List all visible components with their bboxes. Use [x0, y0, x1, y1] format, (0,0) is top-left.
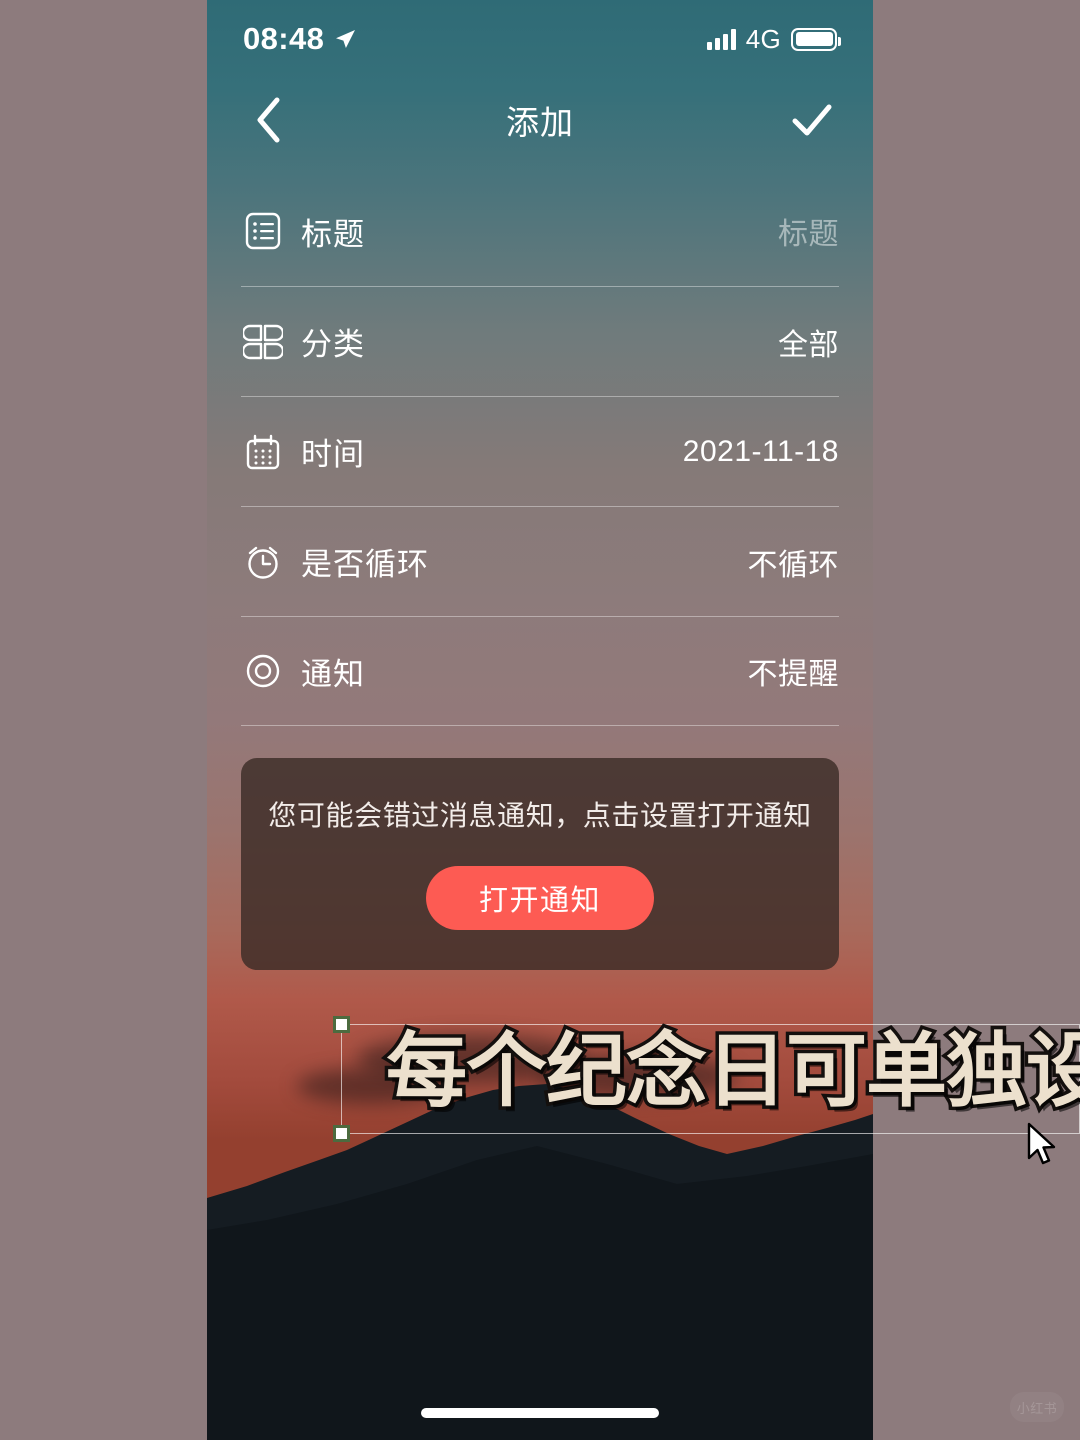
- date-value[interactable]: 2021-11-18: [683, 435, 839, 469]
- form-row-label: 通知: [301, 656, 365, 692]
- home-indicator[interactable]: [421, 1408, 659, 1418]
- back-button[interactable]: [241, 93, 295, 147]
- notification-value[interactable]: 不提醒: [748, 649, 840, 693]
- form-row-label: 标题: [301, 216, 365, 252]
- form-row-label: 分类: [301, 327, 365, 362]
- enable-notification-button[interactable]: 打开通知: [426, 866, 654, 930]
- status-bar: 08:48 4G: [207, 0, 873, 78]
- signal-bars-icon: [706, 28, 736, 50]
- nav-bar: 添加: [207, 82, 873, 158]
- title-input[interactable]: 标题: [778, 209, 839, 253]
- repeat-value[interactable]: 不循环: [748, 540, 840, 584]
- form-list: 标题 标题 分类 全部 时间 2021-11-18 是否循环 不循环 通知 不提…: [241, 176, 839, 726]
- checkmark-icon: [792, 104, 832, 136]
- status-bar-left: 08:48: [243, 21, 357, 57]
- notification-prompt-card: 您可能会错过消息通知，点击设置打开通知 打开通知: [241, 758, 839, 970]
- caption-overlay-text[interactable]: 每个纪念日可单独设置: [383, 1026, 1080, 1118]
- form-row-title[interactable]: 标题 标题: [241, 176, 839, 286]
- form-row-date[interactable]: 时间 2021-11-18: [241, 396, 839, 506]
- list-note-icon: [241, 209, 285, 253]
- chevron-left-icon: [257, 97, 280, 143]
- status-time: 08:48: [243, 21, 325, 56]
- phone-screen: 08:48 4G 添加 标题 标题 分类 全部 时间 2021-11-18 是否…: [207, 0, 873, 1440]
- battery-full-icon: [791, 27, 841, 51]
- category-value[interactable]: 全部: [778, 320, 839, 364]
- form-row-label: 时间: [301, 437, 365, 472]
- form-row-label: 是否循环: [301, 547, 429, 582]
- page-title: 添加: [506, 104, 574, 141]
- grid-clover-icon: [241, 320, 285, 364]
- location-arrow-icon: [336, 30, 356, 48]
- form-row-category[interactable]: 分类 全部: [241, 286, 839, 396]
- status-bar-right: 4G: [706, 23, 841, 55]
- mountain-silhouette: [207, 1084, 873, 1440]
- notification-prompt-message: 您可能会错过消息通知，点击设置打开通知: [268, 800, 812, 831]
- arrow-cursor-icon: [1027, 1122, 1056, 1165]
- app-watermark: 小红书: [1010, 1392, 1064, 1422]
- form-row-repeat[interactable]: 是否循环 不循环: [241, 506, 839, 616]
- alarm-clock-icon: [241, 540, 285, 584]
- form-row-notification[interactable]: 通知 不提醒: [241, 616, 839, 726]
- calendar-icon: [241, 430, 285, 474]
- network-type-label: 4G: [745, 23, 781, 54]
- circle-dot-icon: [241, 649, 285, 693]
- confirm-button[interactable]: [785, 93, 839, 147]
